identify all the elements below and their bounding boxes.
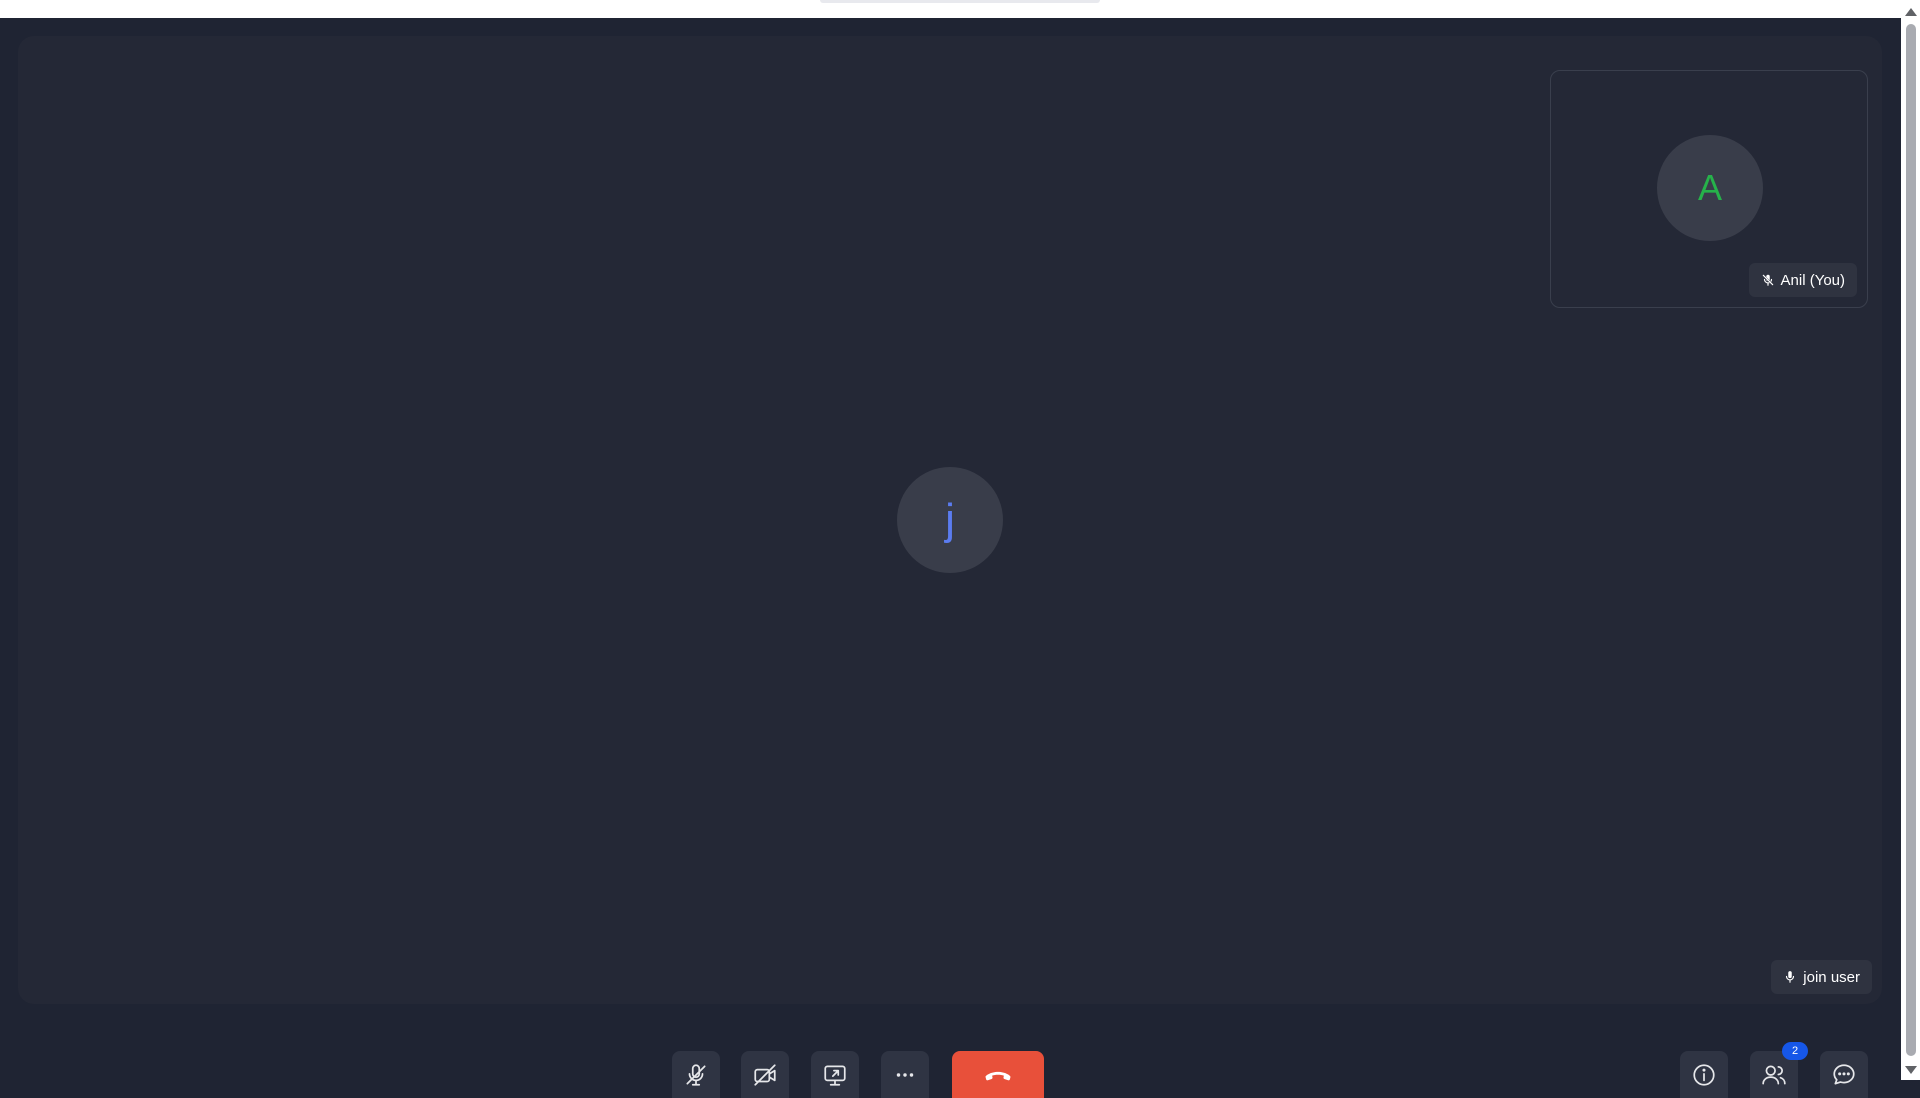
self-participant-initial: A [1697,167,1722,208]
self-video-tile[interactable]: A Anil (You) [1550,70,1868,308]
mic-icon [1786,971,1795,983]
screen-share-button[interactable] [811,1051,859,1098]
self-name-label: Anil (You) [1780,271,1845,289]
meeting-info-button[interactable] [1680,1051,1728,1098]
more-horizontal-icon [896,1072,914,1077]
main-participant-initial: j [945,495,955,544]
video-stage: j A Anil (You) join user [18,36,1882,1004]
camera-toggle-button[interactable] [741,1051,789,1098]
chat-icon [1833,1063,1855,1085]
self-name-tag: Anil (You) [1748,263,1857,297]
camera-off-icon [754,1063,776,1086]
participants-count-badge: 2 [1782,1042,1808,1060]
main-name-tag: join user [1771,960,1872,994]
vertical-scrollbar[interactable] [1901,0,1920,1080]
scroll-up-arrow-icon[interactable] [1905,8,1917,16]
self-participant-avatar: A [1657,135,1763,241]
meeting-app: j A Anil (You) join user 2 [0,18,1901,1098]
call-controls-bar: 2 [0,1042,1901,1098]
main-name-label: join user [1803,968,1860,986]
screen-share-icon [824,1064,846,1086]
mic-toggle-button[interactable] [672,1051,720,1098]
info-icon [1693,1063,1715,1086]
end-call-button[interactable] [952,1051,1044,1098]
browser-top-strip [0,0,1901,18]
scrollbar-thumb[interactable] [1906,24,1916,1056]
participants-icon [1762,1064,1786,1085]
more-options-button[interactable] [881,1051,929,1098]
phone-hangup-icon [985,1071,1011,1080]
chat-button[interactable] [1820,1051,1868,1098]
participants-button[interactable]: 2 [1750,1042,1808,1098]
top-notification-edge [820,0,1100,3]
scroll-down-arrow-icon[interactable] [1905,1066,1917,1074]
main-participant-avatar: j [897,467,1003,573]
mic-off-icon [686,1063,706,1086]
mic-muted-icon [1761,274,1774,286]
